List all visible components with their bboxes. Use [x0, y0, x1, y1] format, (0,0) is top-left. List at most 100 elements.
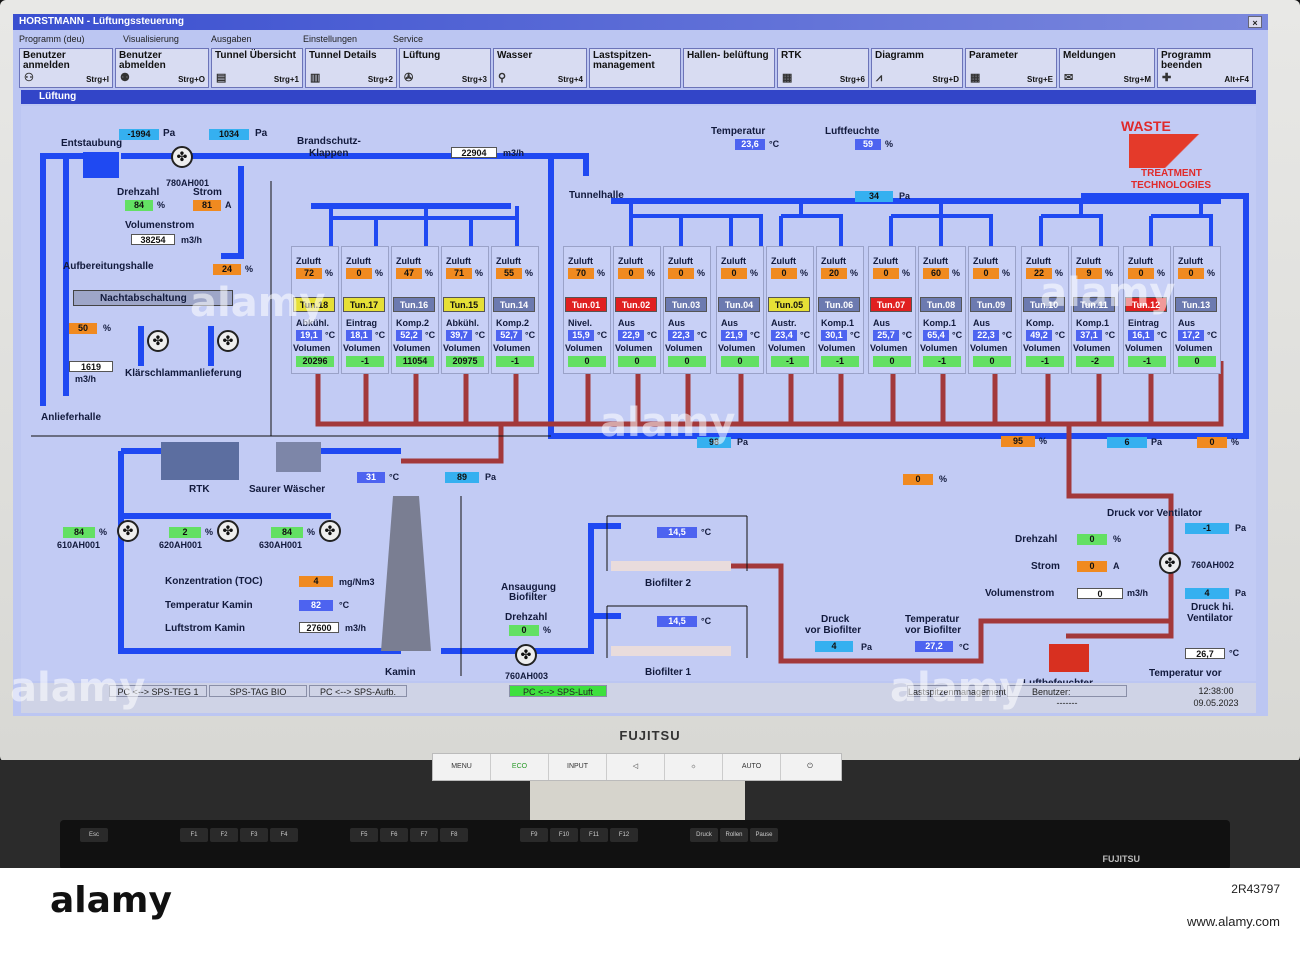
tb-meldungen[interactable]: Meldungen ✉ Strg+M: [1059, 48, 1155, 88]
zuluft-label: Zuluft: [568, 256, 593, 266]
tunnel-button[interactable]: Tun.17: [343, 297, 385, 312]
luftstrom-kamin-value: 27600: [299, 622, 339, 633]
eco-button[interactable]: ECO: [491, 754, 549, 780]
tunnel-button[interactable]: Tun.01: [565, 297, 607, 312]
input-button[interactable]: INPUT: [549, 754, 607, 780]
pct-unit: %: [325, 268, 334, 278]
pa-unit: Pa: [861, 642, 873, 652]
tb-benutzer-anmelden[interactable]: Benutzer anmelden ⚇ Strg+I: [19, 48, 113, 88]
tunnel-button[interactable]: Tun.04: [718, 297, 760, 312]
tunnel-button[interactable]: Tun.03: [665, 297, 707, 312]
tunnel-temperature: 30,1: [821, 330, 847, 341]
key-pause[interactable]: Pause: [750, 828, 778, 842]
keyboard-brand: FUJITSU: [1102, 854, 1140, 864]
menu-einstellungen[interactable]: Einstellungen: [303, 34, 357, 44]
volumen-label: Volumen: [920, 343, 958, 353]
tb-hallenbelueftung[interactable]: Hallen- belüftung: [683, 48, 775, 88]
biofilter-drehzahl-value: 0: [509, 625, 539, 636]
zuluft-value: 60: [923, 268, 949, 279]
key-druck[interactable]: Druck: [690, 828, 718, 842]
key-f12[interactable]: F12: [610, 828, 638, 842]
pct-unit: %: [647, 268, 656, 278]
auto-button[interactable]: AUTO: [723, 754, 781, 780]
menu-ausgaben[interactable]: Ausgaben: [211, 34, 252, 44]
key-f1[interactable]: F1: [180, 828, 208, 842]
m3h-unit: m3/h: [181, 235, 203, 245]
waste-logo: WASTE: [1121, 118, 1171, 134]
key-f9[interactable]: F9: [520, 828, 548, 842]
key-esc[interactable]: Esc: [80, 828, 108, 842]
key-f8[interactable]: F8: [440, 828, 468, 842]
zuluft-value: 71: [446, 268, 472, 279]
menu-programm[interactable]: Programm (deu): [19, 34, 85, 44]
pct-unit: %: [1207, 268, 1216, 278]
m3h-unit: m3/h: [1127, 588, 1149, 598]
volumen-label: Volumen: [615, 343, 653, 353]
volumen-value: -1: [923, 356, 961, 367]
druck-hi-value: 4: [1185, 588, 1229, 599]
tb-programm-beenden[interactable]: Programm beenden ✚ Alt+F4: [1157, 48, 1253, 88]
tb-rtk[interactable]: RTK ▦ Strg+6: [777, 48, 869, 88]
tb-wasser[interactable]: Wasser ⚲ Strg+4: [493, 48, 587, 88]
close-button[interactable]: ×: [1248, 16, 1262, 28]
tunnel-details-icon: ▥: [310, 72, 321, 84]
degc-unit: °C: [389, 472, 400, 482]
degc-unit: °C: [952, 330, 963, 340]
klaerschlamm-label: Klärschlammanlieferung: [125, 368, 242, 379]
tunnel-button[interactable]: Tun.15: [443, 297, 485, 312]
tunnel-button[interactable]: Tun.02: [615, 297, 657, 312]
key-f3[interactable]: F3: [240, 828, 268, 842]
volumen-value: -1: [346, 356, 384, 367]
power-button[interactable]: ⏻: [781, 754, 839, 780]
volumen-value: -1: [1026, 356, 1064, 367]
degc-unit: °C: [425, 330, 436, 340]
tb-tunnel-uebersicht[interactable]: Tunnel Übersicht ▤ Strg+1: [211, 48, 303, 88]
tb-lueftung[interactable]: Lüftung ✇ Strg+3: [399, 48, 491, 88]
volumen-value: -1: [496, 356, 534, 367]
tunnel-button[interactable]: Tun.06: [818, 297, 860, 312]
volume-button[interactable]: ◁: [607, 754, 665, 780]
zuluft-label: Zuluft: [496, 256, 521, 266]
pa-unit: Pa: [255, 128, 268, 139]
key-f10[interactable]: F10: [550, 828, 578, 842]
tunnel-temperature: 49,2: [1026, 330, 1052, 341]
temp-31: 31: [357, 472, 385, 483]
volumen-label: Volumen: [768, 343, 806, 353]
brightness-button[interactable]: ☼: [665, 754, 723, 780]
tb-parameter[interactable]: Parameter ▦ Strg+E: [965, 48, 1057, 88]
druck-vor-ventilator-value: -1: [1185, 523, 1229, 534]
tb-lastspitzen[interactable]: Lastspitzen- management: [589, 48, 681, 88]
key-f11[interactable]: F11: [580, 828, 608, 842]
tb-tunnel-details[interactable]: Tunnel Details ▥ Strg+2: [305, 48, 397, 88]
temp-vor-label: Temperatur vor: [1149, 668, 1222, 679]
key-f7[interactable]: F7: [410, 828, 438, 842]
menu-button[interactable]: MENU: [433, 754, 491, 780]
tb-benutzer-abmelden[interactable]: Benutzer abmelden ⚉ Strg+O: [115, 48, 209, 88]
tunnel-button[interactable]: Tun.13: [1175, 297, 1217, 312]
volumen-label: Volumen: [1023, 343, 1061, 353]
zuluft-value: 20: [821, 268, 847, 279]
tunnel-status: Aus: [721, 318, 739, 328]
pressure-89: 89: [445, 472, 479, 483]
tunnel-button[interactable]: Tun.05: [768, 297, 810, 312]
pa-unit: Pa: [899, 191, 911, 201]
tunnel-button[interactable]: Tun.07: [870, 297, 912, 312]
volumen-value: -2: [1076, 356, 1114, 367]
stock-url: www.alamy.com: [1187, 914, 1280, 929]
menu-visualisierung[interactable]: Visualisierung: [123, 34, 179, 44]
tunnel-button[interactable]: Tun.14: [493, 297, 535, 312]
key-f6[interactable]: F6: [380, 828, 408, 842]
tunnel-button[interactable]: Tun.16: [393, 297, 435, 312]
menu-service[interactable]: Service: [393, 34, 423, 44]
tunnel-button[interactable]: Tun.08: [920, 297, 962, 312]
tunnel-button[interactable]: Tun.09: [970, 297, 1012, 312]
key-f2[interactable]: F2: [210, 828, 238, 842]
key-f4[interactable]: F4: [270, 828, 298, 842]
pressure-95: 95: [1001, 436, 1035, 447]
parameter-icon: ▦: [970, 72, 981, 84]
key-f5[interactable]: F5: [350, 828, 378, 842]
degc-unit: °C: [339, 600, 350, 610]
tb-diagramm[interactable]: Diagramm ⩘ Strg+D: [871, 48, 963, 88]
pct-unit: %: [1113, 534, 1122, 544]
key-rollen[interactable]: Rollen: [720, 828, 748, 842]
